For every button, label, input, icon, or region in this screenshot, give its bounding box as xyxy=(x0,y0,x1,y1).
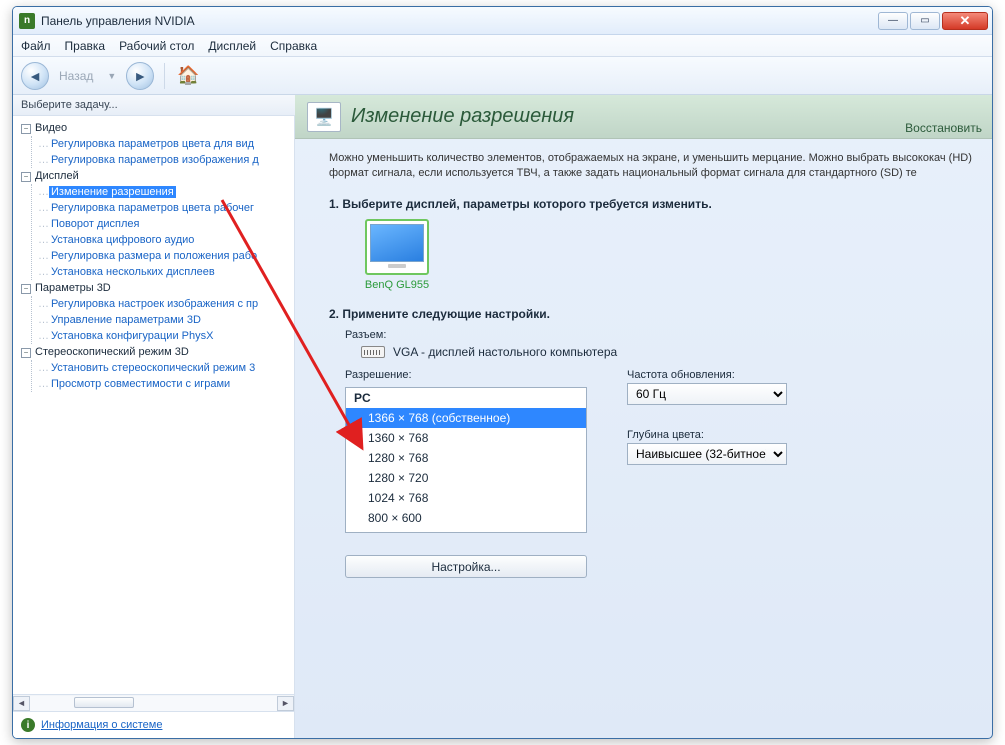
main-panel: 🖥️ Изменение разрешения Восстановить Мож… xyxy=(295,95,992,738)
back-dropdown-icon[interactable]: ▼ xyxy=(107,71,116,81)
menu-help[interactable]: Справка xyxy=(270,39,317,53)
back-button[interactable]: ◄ xyxy=(21,62,49,90)
vga-icon xyxy=(361,346,385,358)
monitor-card[interactable]: BenQ GL955 xyxy=(357,219,437,291)
tree-item[interactable]: Регулировка настроек изображения с пр xyxy=(49,298,260,310)
monitor-name: BenQ GL955 xyxy=(357,279,437,291)
menu-desktop[interactable]: Рабочий стол xyxy=(119,39,194,53)
sidebar: Выберите задачу... −Видео…Регулировка па… xyxy=(13,95,295,738)
app-window: n Панель управления NVIDIA — ▭ ✕ Файл Пр… xyxy=(12,6,993,739)
restore-link[interactable]: Восстановить xyxy=(905,121,982,135)
connector-label: Разъем: xyxy=(345,329,980,341)
toolbar: ◄ Назад ▼ ► 🏠 xyxy=(13,57,992,95)
tree-item[interactable]: Установить стереоскопический режим 3 xyxy=(49,362,257,374)
resolution-icon: 🖥️ xyxy=(307,102,341,132)
page-header: 🖥️ Изменение разрешения Восстановить xyxy=(295,95,992,139)
tree-item[interactable]: Регулировка параметров цвета рабочег xyxy=(49,202,256,214)
refresh-label: Частота обновления: xyxy=(627,369,787,381)
forward-button[interactable]: ► xyxy=(126,62,154,90)
tree-item[interactable]: Регулировка параметров цвета для вид xyxy=(49,138,256,150)
nvidia-icon: n xyxy=(19,13,35,29)
page-content: Можно уменьшить количество элементов, от… xyxy=(295,139,992,738)
resolution-option[interactable]: 1024 × 768 xyxy=(346,488,586,508)
menu-edit[interactable]: Правка xyxy=(65,39,106,53)
page-title: Изменение разрешения xyxy=(351,105,574,128)
sidebar-header: Выберите задачу... xyxy=(13,95,295,116)
sidebar-scrollbar[interactable]: ◄ ► xyxy=(13,694,295,711)
page-description: Можно уменьшить количество элементов, от… xyxy=(329,151,980,181)
connector-value: VGA - дисплей настольного компьютера xyxy=(393,345,617,359)
tree-item[interactable]: Просмотр совместимости с играми xyxy=(49,378,232,390)
scroll-thumb[interactable] xyxy=(74,697,134,708)
window-title: Панель управления NVIDIA xyxy=(41,14,878,28)
resolution-option[interactable]: 1366 × 768 (собственное) xyxy=(346,408,586,428)
tree-expand-icon[interactable]: − xyxy=(21,124,31,134)
step-1-label: 1. Выберите дисплей, параметры которого … xyxy=(329,197,980,211)
tree-category[interactable]: Стереоскопический режим 3D xyxy=(35,346,189,358)
toolbar-separator xyxy=(164,63,165,89)
scroll-left-icon[interactable]: ◄ xyxy=(13,696,30,711)
step-2-label: 2. Примените следующие настройки. xyxy=(329,307,980,321)
tree-expand-icon[interactable]: − xyxy=(21,284,31,294)
tree-expand-icon[interactable]: − xyxy=(21,348,31,358)
tree-item[interactable]: Управление параметрами 3D xyxy=(49,314,203,326)
resolution-option[interactable]: 1280 × 768 xyxy=(346,448,586,468)
home-button[interactable]: 🏠 xyxy=(175,63,201,89)
back-label: Назад xyxy=(59,69,93,83)
tree-category[interactable]: Параметры 3D xyxy=(35,282,111,294)
tree-item[interactable]: Изменение разрешения xyxy=(49,186,176,198)
close-button[interactable]: ✕ xyxy=(942,12,988,30)
tree-expand-icon[interactable]: − xyxy=(21,172,31,182)
resolution-listbox[interactable]: PC1366 × 768 (собственное)1360 × 7681280… xyxy=(345,387,587,533)
resolution-option[interactable]: 1280 × 720 xyxy=(346,468,586,488)
resolution-option[interactable]: 1360 × 768 xyxy=(346,428,586,448)
task-tree[interactable]: −Видео…Регулировка параметров цвета для … xyxy=(13,116,295,694)
maximize-button[interactable]: ▭ xyxy=(910,12,940,30)
titlebar: n Панель управления NVIDIA — ▭ ✕ xyxy=(13,7,992,35)
minimize-button[interactable]: — xyxy=(878,12,908,30)
system-info-link[interactable]: i Информация о системе xyxy=(13,711,295,738)
menu-file[interactable]: Файл xyxy=(21,39,51,53)
tree-category[interactable]: Дисплей xyxy=(35,170,79,182)
tree-item[interactable]: Установка конфигурации PhysX xyxy=(49,330,215,342)
depth-label: Глубина цвета: xyxy=(627,429,787,441)
system-info-label[interactable]: Информация о системе xyxy=(41,719,162,731)
menu-bar: Файл Правка Рабочий стол Дисплей Справка xyxy=(13,35,992,57)
tree-category[interactable]: Видео xyxy=(35,122,67,134)
customize-button[interactable]: Настройка... xyxy=(345,555,587,578)
menu-display[interactable]: Дисплей xyxy=(208,39,256,53)
resolution-option[interactable]: 800 × 600 xyxy=(346,508,586,528)
resolution-group: PC xyxy=(346,388,586,408)
tree-item[interactable]: Установка цифрового аудио xyxy=(49,234,196,246)
tree-item[interactable]: Установка нескольких дисплеев xyxy=(49,266,217,278)
info-icon: i xyxy=(21,718,35,732)
tree-item[interactable]: Регулировка параметров изображения д xyxy=(49,154,261,166)
resolution-label: Разрешение: xyxy=(345,369,587,381)
scroll-right-icon[interactable]: ► xyxy=(277,696,294,711)
scroll-track[interactable] xyxy=(30,696,277,711)
tree-item[interactable]: Регулировка размера и положения рабо xyxy=(49,250,259,262)
depth-select[interactable]: Наивысшее (32-битное) xyxy=(627,443,787,465)
monitor-icon xyxy=(365,219,429,275)
refresh-select[interactable]: 60 Гц xyxy=(627,383,787,405)
tree-item[interactable]: Поворот дисплея xyxy=(49,218,141,230)
